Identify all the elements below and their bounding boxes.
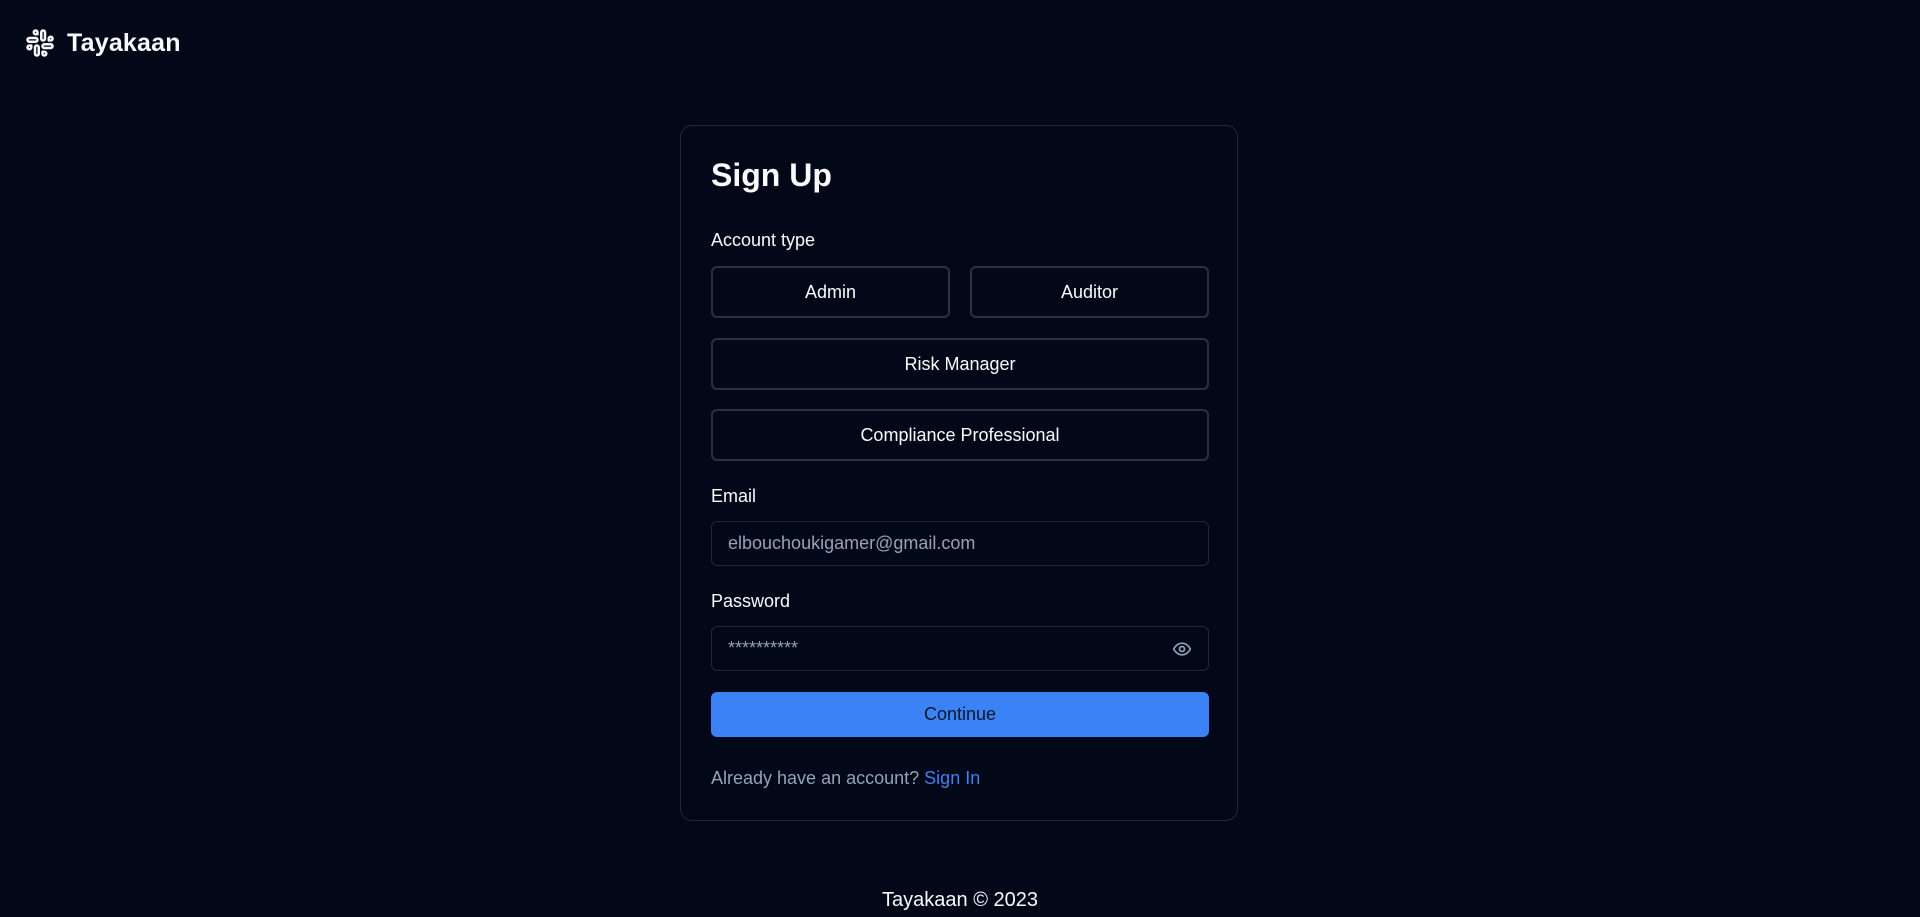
page-title: Sign Up: [711, 157, 832, 193]
email-label: Email: [711, 486, 757, 506]
account-type-risk-manager-button[interactable]: Risk Manager: [711, 338, 1209, 390]
eye-icon[interactable]: [1172, 639, 1192, 659]
account-type-admin-button[interactable]: Admin: [711, 266, 950, 318]
signin-link[interactable]: Sign In: [924, 768, 980, 788]
logo-icon: [26, 29, 54, 57]
email-field[interactable]: elbouchoukigamer@gmail.com: [711, 521, 1209, 566]
brand-header[interactable]: Tayakaan: [25, 25, 181, 61]
password-label: Password: [711, 591, 791, 611]
signin-prompt: Already have an account?: [711, 768, 920, 788]
account-type-auditor-button[interactable]: Auditor: [970, 266, 1209, 318]
signup-card: Sign Up Account type Admin Auditor Risk …: [680, 125, 1238, 821]
email-value[interactable]: elbouchoukigamer@gmail.com: [728, 533, 1192, 554]
account-type-label: Account type: [711, 230, 816, 250]
footer-copyright: Tayakaan © 2023: [882, 889, 1038, 911]
brand-name: Tayakaan: [67, 28, 181, 57]
continue-button[interactable]: Continue: [711, 692, 1209, 737]
account-type-compliance-professional-button[interactable]: Compliance Professional: [711, 409, 1209, 461]
password-value[interactable]: **********: [728, 638, 1172, 659]
signin-row: Already have an account? Sign In: [711, 768, 980, 789]
password-field[interactable]: **********: [711, 626, 1209, 671]
